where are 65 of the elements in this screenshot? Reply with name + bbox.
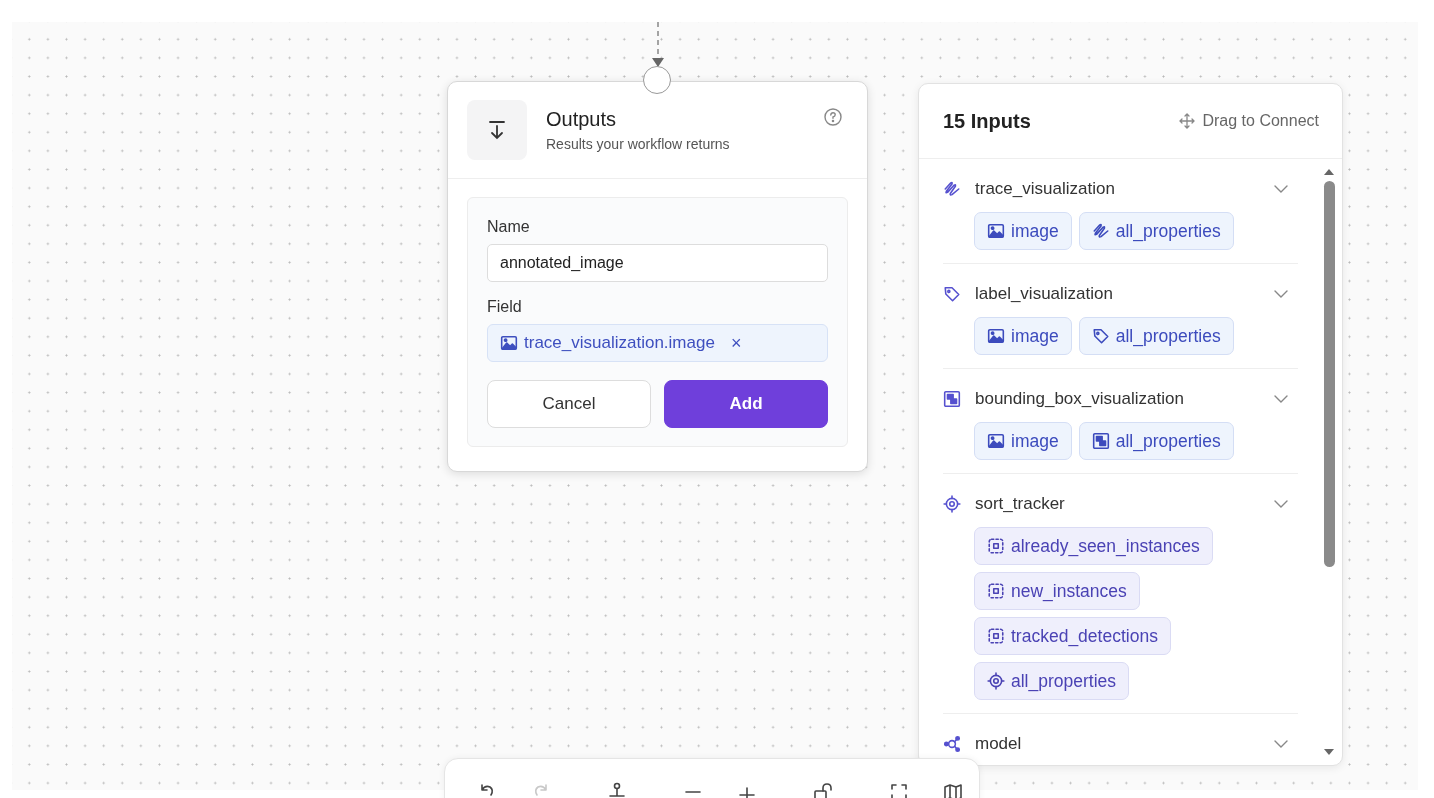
- image-icon: [987, 222, 1005, 240]
- scroll-up-icon[interactable]: [1323, 167, 1335, 177]
- bounding-box-icon: [1091, 432, 1110, 450]
- dashed-box-icon: [987, 537, 1005, 555]
- squiggle-icon: [943, 180, 961, 198]
- field-selector[interactable]: trace_visualization.image ×: [487, 324, 828, 362]
- output-chip[interactable]: already_seen_instances: [974, 527, 1213, 565]
- output-chip[interactable]: image: [974, 212, 1072, 250]
- step-name: trace_visualization: [975, 179, 1116, 199]
- image-icon: [500, 334, 518, 352]
- step-name: label_visualization: [975, 284, 1114, 304]
- field-value: trace_visualization.image: [524, 333, 715, 353]
- field-label: Name: [487, 218, 531, 236]
- step-name: sort_tracker: [975, 494, 1066, 514]
- minus-icon: [682, 790, 704, 794]
- chip-label: image: [1011, 325, 1059, 347]
- tag-icon: [1091, 327, 1110, 345]
- add-button[interactable]: Add: [664, 380, 828, 428]
- chip-label: all_properties: [1115, 430, 1221, 452]
- scroll-down-icon[interactable]: [1323, 747, 1335, 757]
- chip-label: already_seen_instances: [1011, 535, 1200, 557]
- cancel-button[interactable]: Cancel: [487, 380, 651, 428]
- target-icon: [987, 672, 1005, 690]
- chip-label: all_properties: [1011, 670, 1117, 692]
- image-icon: [987, 327, 1005, 345]
- target-icon: [943, 495, 961, 513]
- output-chip[interactable]: new_instances: [974, 572, 1140, 610]
- fullscreen-icon: [888, 781, 910, 798]
- step-name: model: [975, 734, 1023, 754]
- squiggle-icon: [1091, 222, 1110, 240]
- drag-hint: Drag to Connect: [1202, 112, 1319, 130]
- dashed-box-icon: [987, 582, 1005, 600]
- remove-button[interactable]: ×: [720, 332, 742, 354]
- outputs-node[interactable]: Outputs Results your workflow returns Name annotated_image Field trace_visualization.image × Cancel Add: [447, 81, 868, 472]
- field-label: Field: [487, 298, 523, 316]
- bounding-box-icon: [943, 390, 961, 408]
- output-chip[interactable]: image: [974, 317, 1072, 355]
- node-title: Outputs: [546, 108, 618, 131]
- help-icon[interactable]: [823, 107, 843, 127]
- output-chip[interactable]: all_properties: [1078, 317, 1234, 355]
- panel-title: 15 Inputs: [943, 109, 1031, 133]
- unlock-icon: [812, 781, 834, 798]
- chip-label: image: [1011, 220, 1059, 242]
- dashed-box-icon: [987, 627, 1005, 645]
- output-chip[interactable]: all_properties: [974, 662, 1130, 700]
- image-icon: [987, 432, 1005, 450]
- output-chip[interactable]: tracked_detections: [974, 617, 1171, 655]
- step-name: bounding_box_visualization: [975, 389, 1185, 409]
- anchor-icon: [606, 781, 628, 798]
- connection-handle[interactable]: [643, 66, 671, 94]
- tag-icon: [943, 285, 961, 303]
- name-input[interactable]: annotated_image: [487, 244, 828, 282]
- chip-label: all_properties: [1115, 325, 1221, 347]
- output-chip[interactable]: all_properties: [1078, 422, 1234, 460]
- map-icon: [942, 781, 964, 798]
- scrollbar-thumb[interactable]: [1323, 181, 1335, 567]
- chip-label: new_instances: [1011, 580, 1127, 602]
- node-subtitle: Results your workflow returns: [546, 136, 730, 152]
- output-chip[interactable]: image: [974, 422, 1072, 460]
- network-icon: [943, 735, 961, 753]
- chip-label: image: [1011, 430, 1059, 452]
- chip-label: all_properties: [1115, 220, 1221, 242]
- move-icon: [1178, 112, 1197, 130]
- chip-label: tracked_detections: [1011, 625, 1158, 647]
- output-chip[interactable]: all_properties: [1078, 212, 1234, 250]
